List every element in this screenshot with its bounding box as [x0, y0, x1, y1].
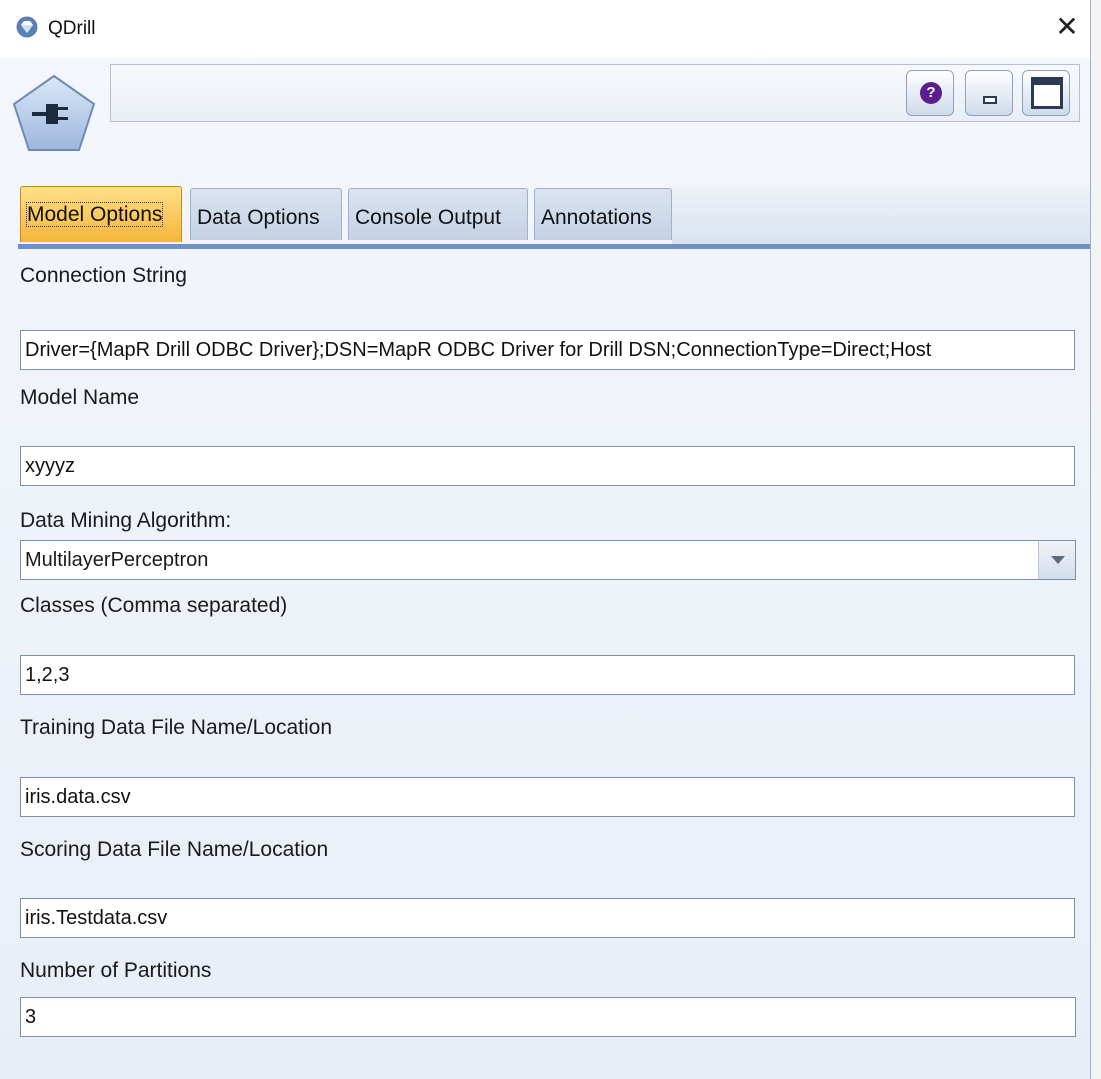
qdrill-dialog: QDrill ✕ ? Model Options Data Options Co… [0, 0, 1091, 1079]
connection-string-label: Connection String [20, 264, 187, 287]
question-icon: ? [920, 82, 942, 104]
gem-icon [16, 16, 38, 38]
algorithm-select[interactable]: MultilayerPerceptron [20, 540, 1076, 580]
plug-node-icon [12, 74, 96, 151]
scoring-file-label: Scoring Data File Name/Location [20, 838, 329, 861]
algorithm-label: Data Mining Algorithm: [20, 509, 232, 532]
minimize-button[interactable] [965, 70, 1013, 116]
tab-data-options[interactable]: Data Options [190, 188, 342, 240]
title-bar: QDrill ✕ [0, 0, 1090, 58]
model-name-input[interactable]: xyyyz [20, 446, 1075, 486]
partitions-label: Number of Partitions [20, 959, 212, 982]
background-window-edge [1091, 0, 1101, 1079]
training-file-label: Training Data File Name/Location [20, 716, 333, 739]
algorithm-selected-value: MultilayerPerceptron [25, 549, 209, 571]
tab-console-output[interactable]: Console Output [348, 188, 528, 240]
training-file-input[interactable]: iris.data.csv [20, 777, 1075, 817]
classes-input[interactable]: 1,2,3 [20, 655, 1075, 695]
help-button[interactable]: ? [906, 70, 954, 116]
connection-string-input[interactable]: Driver={MapR Drill ODBC Driver};DSN=MapR… [20, 330, 1075, 370]
tab-underline [18, 244, 1090, 249]
tab-strip-background [672, 186, 1090, 244]
scoring-file-input[interactable]: iris.Testdata.csv [20, 898, 1075, 938]
close-button[interactable]: ✕ [1050, 10, 1084, 44]
tab-annotations[interactable]: Annotations [534, 188, 672, 240]
classes-label: Classes (Comma separated) [20, 594, 288, 617]
model-name-label: Model Name [20, 386, 140, 409]
partitions-input[interactable]: 3 [20, 997, 1076, 1037]
minimize-icon [983, 96, 997, 104]
maximize-icon [1031, 77, 1063, 109]
maximize-button[interactable] [1022, 70, 1070, 116]
window-title: QDrill [48, 18, 96, 39]
tab-model-options[interactable]: Model Options [20, 186, 182, 242]
chevron-down-icon[interactable] [1038, 541, 1075, 579]
